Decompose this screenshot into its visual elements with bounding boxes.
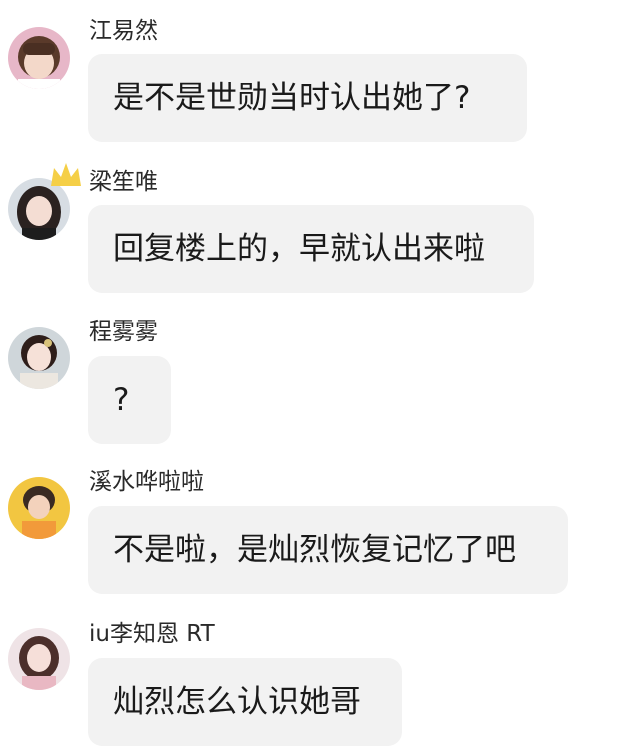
username[interactable]: iu李知恩 RT [89,620,215,648]
username[interactable]: 溪水哗啦啦 [89,468,204,496]
message-bubble: 灿烈怎么认识她哥 [88,658,402,746]
user-avatar[interactable] [8,27,70,89]
message-bubble: 不是啦，是灿烈恢复记忆了吧 [88,506,568,594]
user-avatar[interactable] [8,477,70,539]
message-bubble: ? [88,356,171,444]
user-avatar-icon [8,27,70,89]
user-avatar-icon [8,628,70,690]
user-avatar[interactable] [8,628,70,690]
user-avatar-icon [8,327,70,389]
username[interactable]: 梁笙唯 [89,168,158,196]
message-bubble: 是不是世勋当时认出她了? [88,54,527,142]
comment-thread: 江易然 是不是世勋当时认出她了? 梁笙唯 回复楼上的，早就认出来啦 程雾雾 ? … [0,0,640,752]
user-avatar-icon [8,477,70,539]
username[interactable]: 江易然 [89,17,158,45]
crown-icon [51,163,81,186]
user-avatar[interactable] [8,327,70,389]
message-bubble: 回复楼上的，早就认出来啦 [88,205,534,293]
username[interactable]: 程雾雾 [89,318,158,346]
